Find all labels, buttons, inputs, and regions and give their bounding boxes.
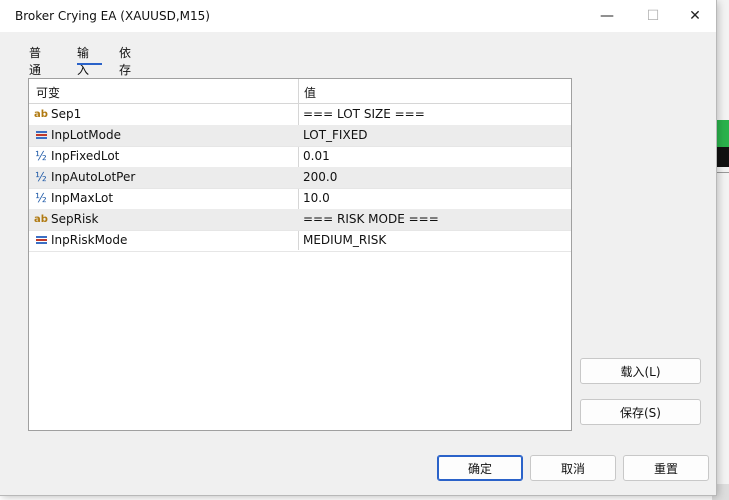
- tab-common[interactable]: 普通: [26, 44, 44, 78]
- reset-button[interactable]: 重置: [623, 455, 709, 481]
- minimize-button[interactable]: —: [584, 0, 630, 32]
- row-name: InpRiskMode: [51, 233, 128, 247]
- background-divider: [716, 172, 729, 173]
- ok-button[interactable]: 确定: [437, 455, 523, 481]
- background-chart-bar: [716, 120, 729, 147]
- table-row[interactable]: InpLotMode LOT_FIXED: [29, 125, 571, 147]
- title-bar[interactable]: Broker Crying EA (XAUUSD,M15) — ☐ ✕: [0, 0, 716, 32]
- table-row[interactable]: ½ InpAutoLotPer 200.0: [29, 167, 571, 189]
- table-row[interactable]: ½ InpMaxLot 10.0: [29, 188, 571, 210]
- close-icon: ✕: [689, 8, 701, 24]
- row-value[interactable]: 200.0: [303, 170, 337, 184]
- row-name: SepRisk: [51, 212, 99, 226]
- row-value[interactable]: === RISK MODE ===: [303, 212, 439, 226]
- minimize-icon: —: [600, 8, 614, 24]
- row-name: InpMaxLot: [51, 191, 114, 205]
- row-value[interactable]: 10.0: [303, 191, 330, 205]
- maximize-button: ☐: [630, 0, 676, 32]
- double-type-icon: ½: [35, 191, 47, 205]
- enum-type-icon: [34, 233, 48, 247]
- row-name: InpLotMode: [51, 128, 121, 142]
- enum-type-icon: [34, 128, 48, 142]
- row-value[interactable]: 0.01: [303, 149, 330, 163]
- row-name: InpAutoLotPer: [51, 170, 136, 184]
- string-type-icon: ab: [34, 213, 48, 225]
- save-button[interactable]: 保存(S): [580, 399, 701, 425]
- double-type-icon: ½: [35, 170, 47, 184]
- load-button[interactable]: 载入(L): [580, 358, 701, 384]
- row-value[interactable]: === LOT SIZE ===: [303, 107, 425, 121]
- header-value[interactable]: 值: [304, 84, 316, 101]
- string-type-icon: ab: [34, 108, 48, 120]
- active-tab-indicator: [77, 63, 102, 65]
- background-chart-dark: [716, 147, 729, 167]
- table-row[interactable]: InpRiskMode MEDIUM_RISK: [29, 230, 571, 252]
- cancel-button[interactable]: 取消: [530, 455, 616, 481]
- table-row[interactable]: ab SepRisk === RISK MODE ===: [29, 209, 571, 231]
- inputs-grid: 可变 值 ab Sep1 === LOT SIZE === InpLotMode…: [28, 78, 572, 431]
- maximize-icon: ☐: [646, 8, 660, 24]
- row-value[interactable]: MEDIUM_RISK: [303, 233, 386, 247]
- row-name: InpFixedLot: [51, 149, 120, 163]
- grid-header: 可变 值: [29, 79, 571, 104]
- close-button[interactable]: ✕: [672, 0, 718, 32]
- background-app-strip: [716, 0, 729, 500]
- tab-inputs[interactable]: 输入: [74, 44, 92, 78]
- window-title: Broker Crying EA (XAUUSD,M15): [15, 9, 210, 23]
- table-row[interactable]: ab Sep1 === LOT SIZE ===: [29, 104, 571, 126]
- table-row[interactable]: ½ InpFixedLot 0.01: [29, 146, 571, 168]
- row-name: Sep1: [51, 107, 82, 121]
- double-type-icon: ½: [35, 149, 47, 163]
- properties-dialog: Broker Crying EA (XAUUSD,M15) — ☐ ✕ 普通 输…: [0, 0, 716, 495]
- row-value[interactable]: LOT_FIXED: [303, 128, 368, 142]
- header-variable[interactable]: 可变: [36, 84, 60, 101]
